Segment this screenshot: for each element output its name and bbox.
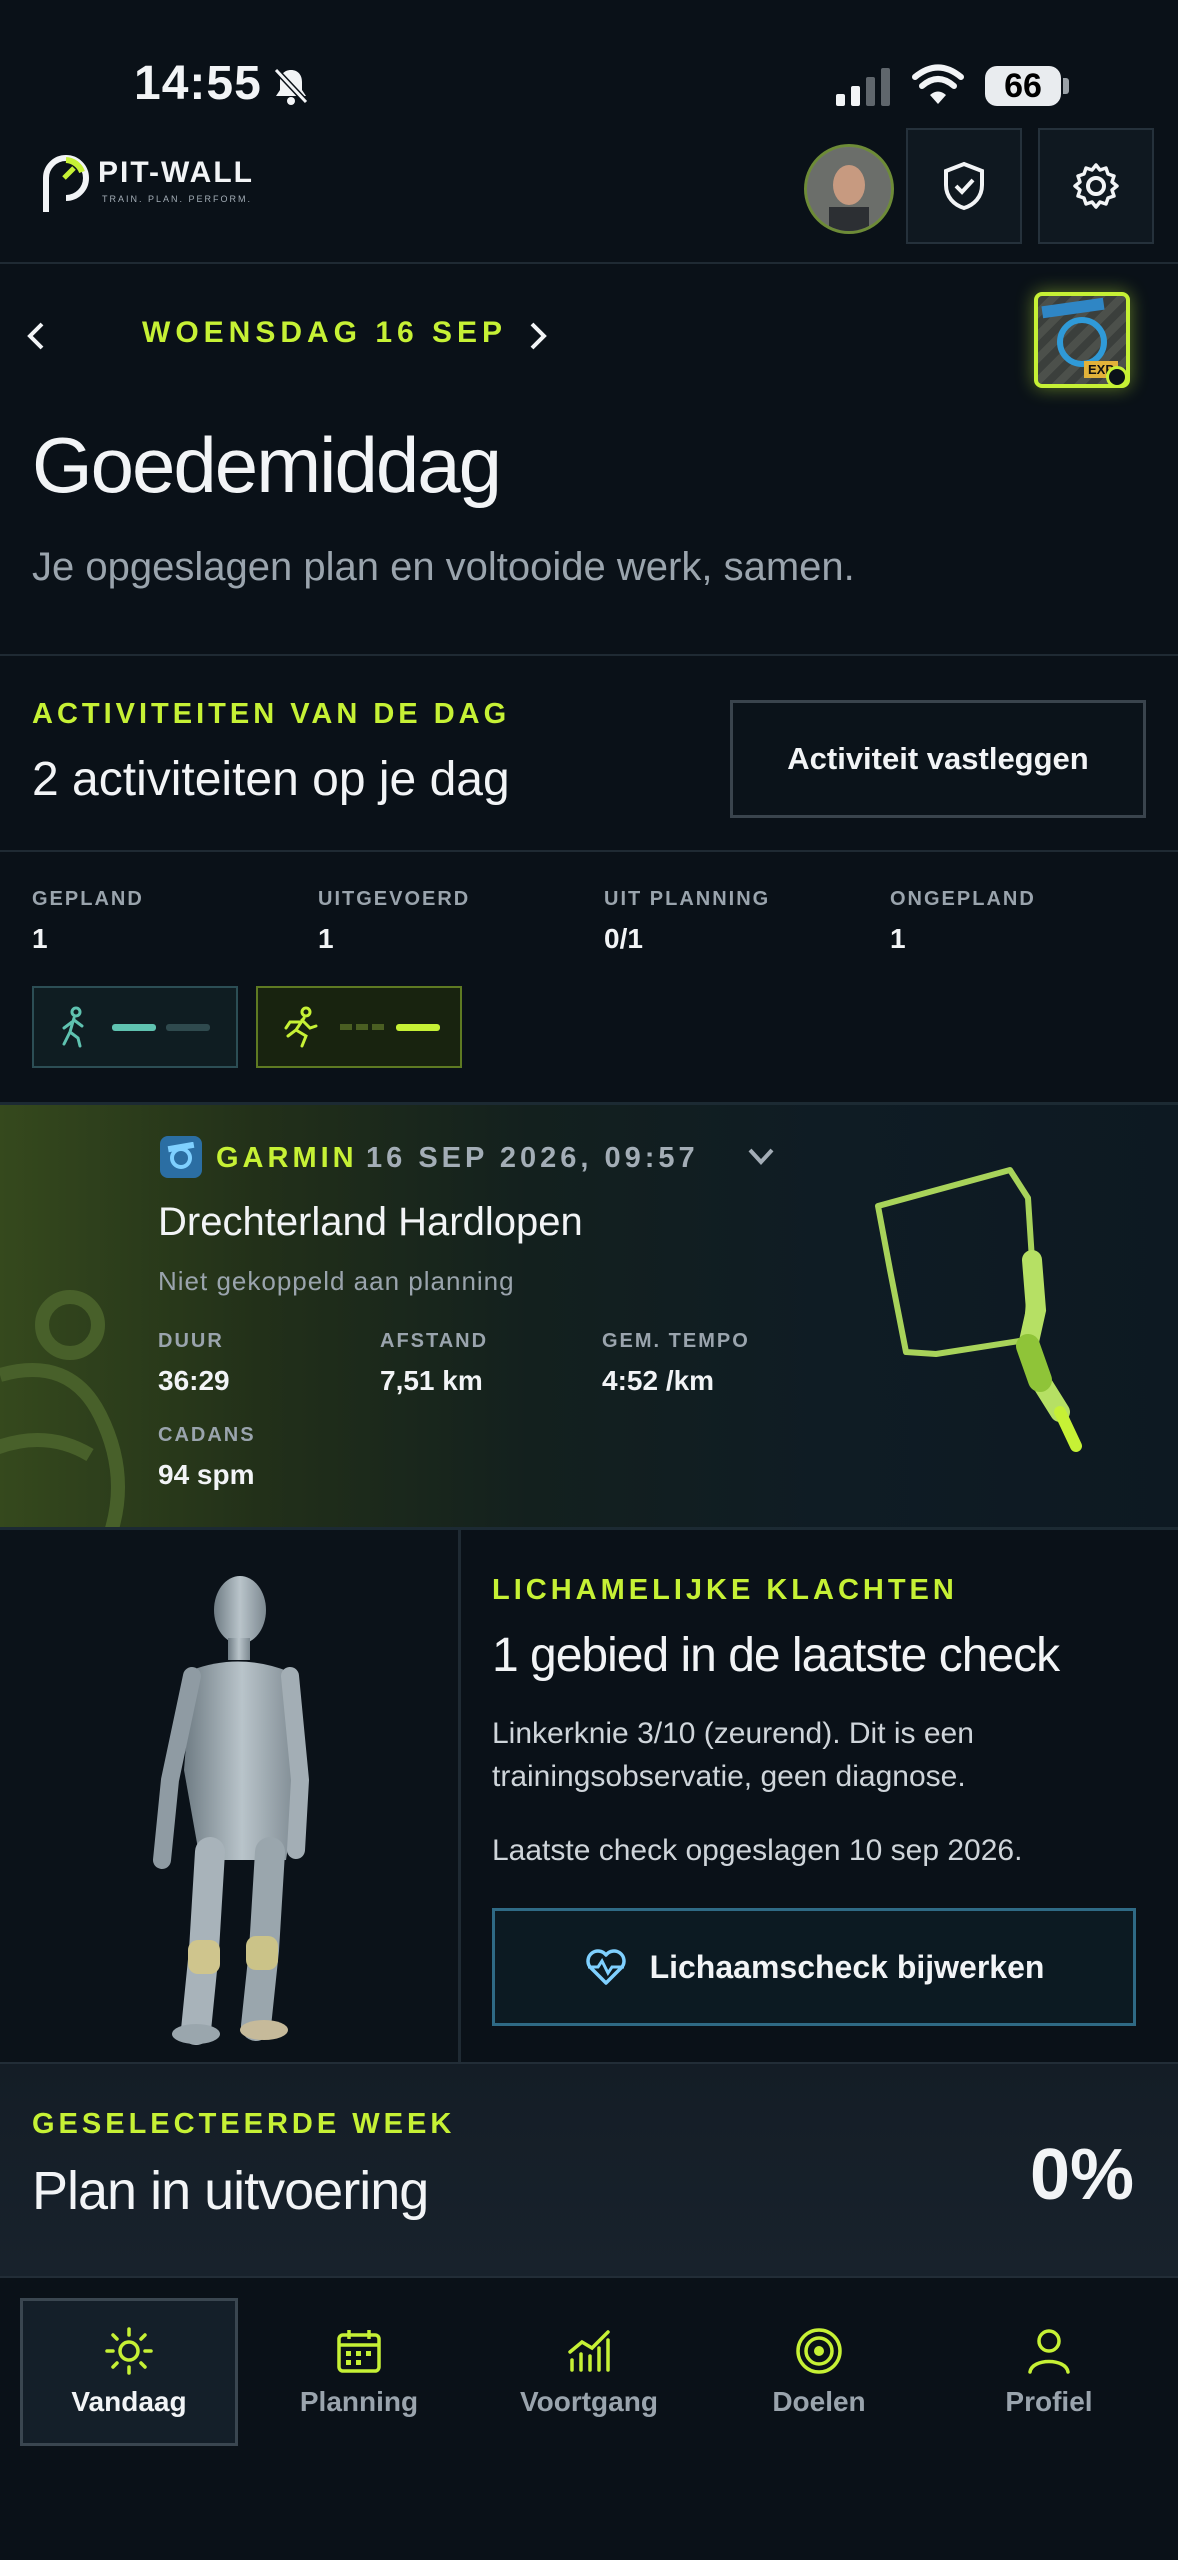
update-body-check-button[interactable]: Lichaamscheck bijwerken (492, 1908, 1136, 2026)
chart-icon (568, 2330, 610, 2372)
badge-dot (1106, 366, 1128, 388)
metric-label: GEM. TEMPO (602, 1330, 750, 1352)
status-time: 14:55 (134, 57, 262, 110)
chevron-down-icon[interactable] (746, 1146, 776, 1168)
settings-button[interactable] (1038, 128, 1154, 244)
metric-duration: DUUR 36:29 (158, 1330, 230, 1397)
running-icon (284, 1006, 318, 1048)
heart-pulse-icon (585, 1949, 626, 1985)
greeting-subtitle: Je opgeslagen plan en voltooide werk, sa… (32, 545, 855, 589)
completed-activity-pill[interactable] (256, 986, 462, 1068)
complaints-section-label: LICHAMELIJKE KLACHTEN (492, 1574, 958, 1606)
stat-completed: UITGEVOERD 1 (318, 888, 470, 955)
metric-value: 4:52 /km (602, 1365, 715, 1396)
stat-label: GEPLAND (32, 888, 144, 910)
battery-level: 66 (985, 66, 1061, 106)
metric-value: 36:29 (158, 1365, 230, 1396)
progress-bar-full (112, 1023, 156, 1031)
stat-value: 1 (32, 923, 48, 954)
pitwall-logo-icon (43, 155, 89, 212)
body-model-panel[interactable] (0, 1530, 458, 2062)
calendar-icon (337, 2330, 381, 2373)
signal-icon (836, 68, 890, 106)
activity-datetime: 16 SEP 2026, 09:57 (366, 1142, 699, 1174)
activities-title: 2 activiteiten op je dag (32, 753, 510, 806)
stat-label: UITGEVOERD (318, 888, 471, 910)
runner-watermark-icon (0, 1290, 125, 1527)
tab-label: Planning (299, 2386, 419, 2417)
activity-link-status: Niet gekoppeld aan planning (158, 1266, 515, 1296)
shield-check-icon (944, 161, 984, 211)
tab-voortgang[interactable]: Voortgang (480, 2298, 698, 2446)
body-divider (458, 1530, 461, 2062)
route-map[interactable] (860, 1150, 1120, 1480)
metric-value: 7,51 km (380, 1365, 483, 1396)
avatar[interactable] (804, 144, 894, 234)
week-title: Plan in uitvoering (32, 2161, 429, 2221)
stat-value: 1 (318, 923, 334, 954)
metric-pace: GEM. TEMPO 4:52 /km (602, 1330, 750, 1397)
tab-label: Doelen (772, 2386, 866, 2417)
wifi-icon (912, 64, 964, 104)
activities-section-label: ACTIVITEITEN VAN DE DAG (32, 698, 511, 730)
progress-bar-dashed (340, 1024, 384, 1030)
last-check-date: Laatste check opgeslagen 10 sep 2026. (492, 1834, 1023, 1867)
metric-value: 94 spm (158, 1459, 255, 1490)
battery-cap (1063, 78, 1069, 94)
update-body-check-label: Lichaamscheck bijwerken (649, 1948, 1045, 1985)
brand-tagline: TRAIN. PLAN. PERFORM. (102, 194, 253, 204)
stat-from-plan: UIT PLANNING 0/1 (604, 888, 770, 955)
header-divider (0, 262, 1178, 264)
date-label: WOENSDAG 16 SEP (142, 316, 508, 349)
greeting-divider (0, 654, 1178, 656)
stat-label: UIT PLANNING (604, 888, 771, 910)
week-percent: 0% (1030, 2135, 1135, 2215)
metric-label: AFSTAND (380, 1330, 489, 1352)
gear-icon (1073, 163, 1119, 209)
greeting-title: Goedemiddag (32, 421, 502, 509)
activities-divider (0, 850, 1178, 852)
metric-label: DUUR (158, 1330, 224, 1352)
metric-distance: AFSTAND 7,51 km (380, 1330, 488, 1397)
tab-profiel[interactable]: Profiel (940, 2298, 1158, 2446)
stat-label: ONGEPLAND (890, 888, 1036, 910)
tab-label: Vandaag (71, 2386, 187, 2417)
tab-label: Voortgang (520, 2386, 658, 2417)
tab-planning[interactable]: Planning (250, 2298, 468, 2446)
stat-planned: GEPLAND 1 (32, 888, 144, 955)
brand-title: PIT-WALL (98, 156, 254, 189)
complaints-description: Linkerknie 3/10 (zeurend). Dit is een tr… (492, 1717, 974, 1793)
tab-doelen[interactable]: Doelen (710, 2298, 928, 2446)
body-figure-icon (153, 1576, 310, 2045)
tab-vandaag[interactable]: Vandaag (20, 2298, 238, 2446)
chevron-right-icon[interactable] (526, 320, 550, 352)
privacy-button[interactable] (906, 128, 1022, 244)
week-section-label: GESELECTEERDE WEEK (32, 2108, 456, 2140)
user-photo-icon (807, 147, 891, 231)
walking-icon (62, 1006, 84, 1048)
garmin-connect-icon (160, 1136, 202, 1178)
stat-unplanned: ONGEPLAND 1 (890, 888, 1036, 955)
chevron-left-icon[interactable] (24, 320, 48, 352)
complaints-title: 1 gebied in de laatste check (492, 1629, 1060, 1682)
target-icon (796, 2328, 842, 2374)
tab-label: Profiel (1005, 2386, 1093, 2417)
mute-bell-icon (273, 67, 309, 105)
sun-icon (105, 2327, 153, 2375)
metric-label: CADANS (158, 1424, 256, 1446)
progress-bar-full (396, 1023, 440, 1031)
planned-activity-pill[interactable] (32, 986, 238, 1068)
activity-source: GARMIN (216, 1142, 358, 1174)
stat-value: 1 (890, 923, 906, 954)
log-activity-button[interactable]: Activiteit vastleggen (730, 700, 1146, 818)
metric-cadence: CADANS 94 spm (158, 1424, 256, 1491)
progress-bar-empty (166, 1023, 210, 1031)
user-icon (1028, 2329, 1070, 2374)
stat-value: 0/1 (604, 923, 643, 954)
activity-title: Drechterland Hardlopen (158, 1200, 583, 1244)
